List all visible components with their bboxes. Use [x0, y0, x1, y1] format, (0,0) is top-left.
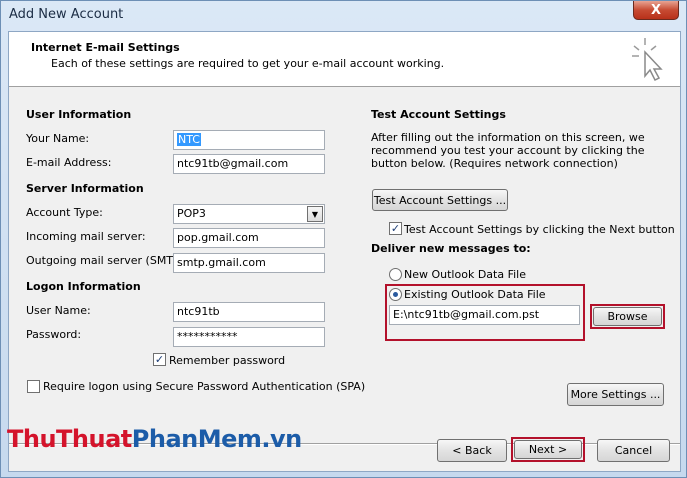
- deliver-heading: Deliver new messages to:: [371, 242, 531, 255]
- next-button[interactable]: Next >: [514, 440, 582, 459]
- dialog-header: Internet E-mail Settings Each of these s…: [9, 32, 680, 87]
- account-type-value: POP3: [177, 207, 206, 220]
- watermark-part1: Thu: [7, 425, 57, 453]
- outgoing-server-field[interactable]: smtp.gmail.com: [173, 253, 325, 273]
- spa-label: Require logon using Secure Password Auth…: [43, 380, 366, 393]
- browse-button[interactable]: Browse: [593, 307, 662, 326]
- dialog-client: Internet E-mail Settings Each of these s…: [8, 31, 681, 472]
- your-name-label: Your Name:: [26, 132, 90, 145]
- remember-password-checkbox[interactable]: ✓: [153, 353, 166, 366]
- window-title: Add New Account: [9, 7, 124, 22]
- test-settings-description: After filling out the information on thi…: [371, 131, 645, 170]
- existing-data-file-radio[interactable]: [389, 288, 402, 301]
- user-info-heading: User Information: [26, 108, 132, 121]
- close-icon: X: [650, 2, 662, 18]
- data-file-path-field[interactable]: E:\ntc91tb@gmail.com.pst: [389, 305, 580, 325]
- cursor-click-icon: [632, 38, 663, 82]
- incoming-server-field[interactable]: pop.gmail.com: [173, 228, 325, 248]
- new-data-file-label: New Outlook Data File: [404, 268, 526, 281]
- your-name-value: NTC: [177, 133, 201, 146]
- user-name-field[interactable]: ntc91tb: [173, 302, 325, 322]
- watermark-part3: Phan: [131, 425, 198, 453]
- add-account-window: Add New Account X Internet E-mail Settin…: [0, 0, 687, 478]
- outgoing-server-label: Outgoing mail server (SMTP):: [26, 254, 188, 267]
- password-label: Password:: [26, 328, 82, 341]
- your-name-field[interactable]: NTC: [173, 130, 325, 150]
- email-label: E-mail Address:: [26, 156, 112, 169]
- test-settings-heading: Test Account Settings: [371, 108, 506, 121]
- watermark-part2: Thuat: [56, 425, 132, 453]
- test-on-next-label: Test Account Settings by clicking the Ne…: [404, 223, 675, 236]
- existing-data-file-label: Existing Outlook Data File: [404, 288, 546, 301]
- watermark-part4: Mem: [197, 425, 262, 453]
- watermark-part5: .vn: [261, 425, 302, 453]
- account-type-label: Account Type:: [26, 206, 103, 219]
- chevron-down-icon[interactable]: ▼: [307, 206, 323, 222]
- header-title: Internet E-mail Settings: [31, 41, 180, 54]
- test-account-settings-button[interactable]: Test Account Settings ...: [372, 189, 508, 211]
- incoming-server-label: Incoming mail server:: [26, 230, 146, 243]
- more-settings-button[interactable]: More Settings ...: [567, 383, 664, 406]
- password-field[interactable]: ***********: [173, 327, 325, 347]
- title-bar[interactable]: Add New Account X: [1, 1, 686, 31]
- new-data-file-radio[interactable]: [389, 268, 402, 281]
- email-field[interactable]: ntc91tb@gmail.com: [173, 154, 325, 174]
- logon-info-heading: Logon Information: [26, 280, 141, 293]
- test-on-next-checkbox[interactable]: ✓: [389, 222, 402, 235]
- back-button[interactable]: < Back: [437, 439, 507, 462]
- user-name-label: User Name:: [26, 304, 91, 317]
- cancel-button[interactable]: Cancel: [597, 439, 670, 462]
- site-watermark: ThuThuatPhanMem.vn: [7, 425, 302, 453]
- remember-password-label: Remember password: [169, 354, 286, 367]
- spa-checkbox[interactable]: [27, 380, 40, 393]
- server-info-heading: Server Information: [26, 182, 144, 195]
- header-subtitle: Each of these settings are required to g…: [51, 57, 445, 70]
- account-type-select[interactable]: POP3 ▼: [173, 204, 325, 224]
- close-button[interactable]: X: [633, 1, 679, 20]
